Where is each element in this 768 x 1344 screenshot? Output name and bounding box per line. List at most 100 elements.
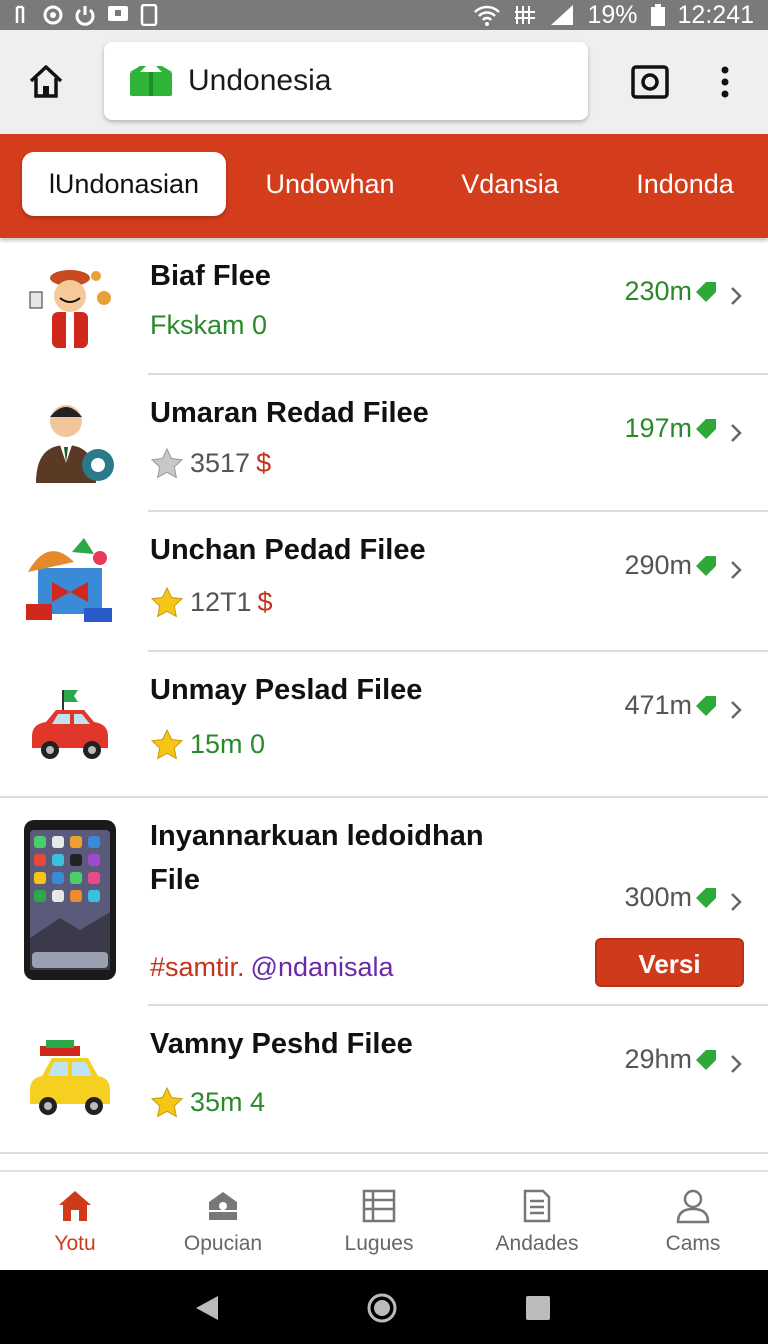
list-item[interactable]: Unchan Pedad Filee 12T1 $ 290m [0, 512, 768, 650]
item-size: 300m [624, 882, 718, 913]
rating-value: 35m 4 [190, 1086, 266, 1117]
list-item[interactable]: Vamny Peshd Filee 35m 4 29hm [0, 1006, 768, 1152]
nav-cams[interactable]: Cams [618, 1172, 768, 1272]
nav-label: Yotu [54, 1232, 96, 1255]
item-title: Biaf Flee [150, 260, 271, 292]
network-icon [515, 6, 536, 24]
wifi-icon [474, 5, 501, 26]
person-icon [676, 1189, 710, 1224]
notification-icon [15, 5, 25, 23]
chevron-right-icon [731, 701, 742, 719]
nav-yotu[interactable]: Yotu [0, 1172, 150, 1272]
battery-percent: 19% [587, 0, 638, 29]
tab-undonasian[interactable]: lUndonasian [22, 152, 226, 216]
rating-value: 12T1 [190, 586, 252, 617]
man-cartoon-thumbnail-icon [29, 270, 111, 348]
tab-vdansia[interactable]: Vdansia [440, 152, 580, 216]
phone-icon [140, 4, 158, 26]
mention-link[interactable]: @ndanisala [251, 952, 394, 983]
nav-lugues[interactable]: Lugues [304, 1172, 454, 1272]
tag-icon [696, 1049, 716, 1070]
home-icon [29, 65, 63, 98]
camera-icon [631, 65, 669, 99]
star-icon [150, 586, 184, 618]
tab-undowhan[interactable]: Undowhan [250, 152, 410, 216]
item-size: 290m [624, 550, 718, 581]
chevron-right-icon [731, 561, 742, 579]
car-thumbnail-icon [32, 690, 108, 759]
list-item[interactable]: Unmay Peslad Filee 15m 0 471m [0, 652, 768, 796]
item-title-line2: File [150, 864, 200, 896]
sync-icon [43, 5, 63, 25]
list-item[interactable]: Umaran Redad Filee 3517 $ 197m [0, 375, 768, 511]
clock: 12:241 [677, 0, 754, 29]
nav-label: Andades [495, 1232, 579, 1255]
item-rating: 15m 0 [150, 728, 265, 760]
recents-icon[interactable] [522, 1292, 554, 1324]
hashtag-link[interactable]: #samtir. [150, 952, 245, 983]
nav-andades[interactable]: Andades [462, 1172, 612, 1272]
back-icon[interactable] [190, 1292, 222, 1324]
app-bar: Undonesia [0, 30, 768, 134]
tab-indonda[interactable]: Indonda [610, 152, 760, 216]
site-favicon-icon [130, 66, 172, 96]
category-tabs: lUndonasian Undowhan Vdansia Indonda [0, 134, 768, 238]
item-size: 471m [624, 690, 718, 721]
versi-button[interactable]: Versi [595, 938, 744, 987]
rating-value: 3517 [190, 447, 251, 478]
tag-icon [696, 418, 716, 439]
tag-icon [696, 695, 716, 716]
store-icon [209, 1192, 237, 1220]
gift-box-thumbnail-icon [26, 538, 112, 622]
screenshot-button[interactable] [630, 62, 670, 102]
item-title: Unmay Peslad Filee [150, 674, 423, 706]
status-bar: 19% 12:241 [0, 0, 768, 30]
divider [0, 1152, 768, 1154]
more-vert-icon [721, 66, 729, 98]
nav-label: Cams [665, 1232, 721, 1255]
battery-icon [650, 4, 665, 26]
nav-label: Opucian [183, 1232, 263, 1255]
item-size-value: 230m [624, 276, 692, 306]
message-icon [108, 6, 128, 21]
star-icon [150, 728, 184, 760]
price-icon: $ [257, 586, 273, 617]
item-size: 197m [624, 413, 718, 444]
star-icon [150, 1086, 184, 1118]
item-size: 29hm [624, 1044, 718, 1075]
item-size-value: 290m [624, 550, 692, 580]
bottom-navigation: Yotu Opucian Lugues Andades Cams [0, 1170, 768, 1270]
list-item[interactable]: Biaf Flee Fkskam 0 230m [0, 238, 768, 374]
item-title-line1: Inyannarkuan ledoidhan [150, 820, 484, 852]
notification-icons [14, 0, 158, 30]
item-rating: 35m 4 [150, 1086, 265, 1118]
smartphone-thumbnail-icon [24, 820, 116, 980]
item-subtitle: Fkskam 0 [150, 310, 268, 340]
chevron-right-icon [731, 424, 742, 442]
item-title: Unchan Pedad Filee [150, 534, 426, 566]
item-size: 230m [624, 276, 718, 307]
item-title: Vamny Peshd Filee [150, 1028, 413, 1060]
url-text: Undonesia [188, 64, 332, 97]
item-title: Umaran Redad Filee [150, 397, 429, 429]
item-size-value: 300m [624, 882, 692, 912]
home-button[interactable] [26, 62, 66, 102]
nav-opucian[interactable]: Opucian [148, 1172, 298, 1272]
nav-label: Lugues [344, 1232, 414, 1255]
system-indicators: 19% 12:241 [473, 0, 754, 30]
address-bar[interactable]: Undonesia [104, 42, 588, 120]
home-circle-icon[interactable] [366, 1292, 398, 1324]
overflow-menu-button[interactable] [712, 62, 738, 102]
price-icon: $ [256, 447, 272, 478]
item-rating: 3517 $ [150, 447, 271, 479]
rating-value: 15m 0 [190, 728, 266, 759]
document-icon [523, 1189, 551, 1223]
tag-icon [696, 887, 716, 908]
star-gray-icon [150, 447, 184, 479]
taxi-thumbnail-icon [30, 1040, 110, 1115]
chevron-right-icon [731, 1055, 742, 1073]
power-icon [75, 6, 95, 26]
home-icon [59, 1191, 91, 1221]
item-size-value: 471m [624, 690, 692, 720]
item-size-value: 197m [624, 413, 692, 443]
